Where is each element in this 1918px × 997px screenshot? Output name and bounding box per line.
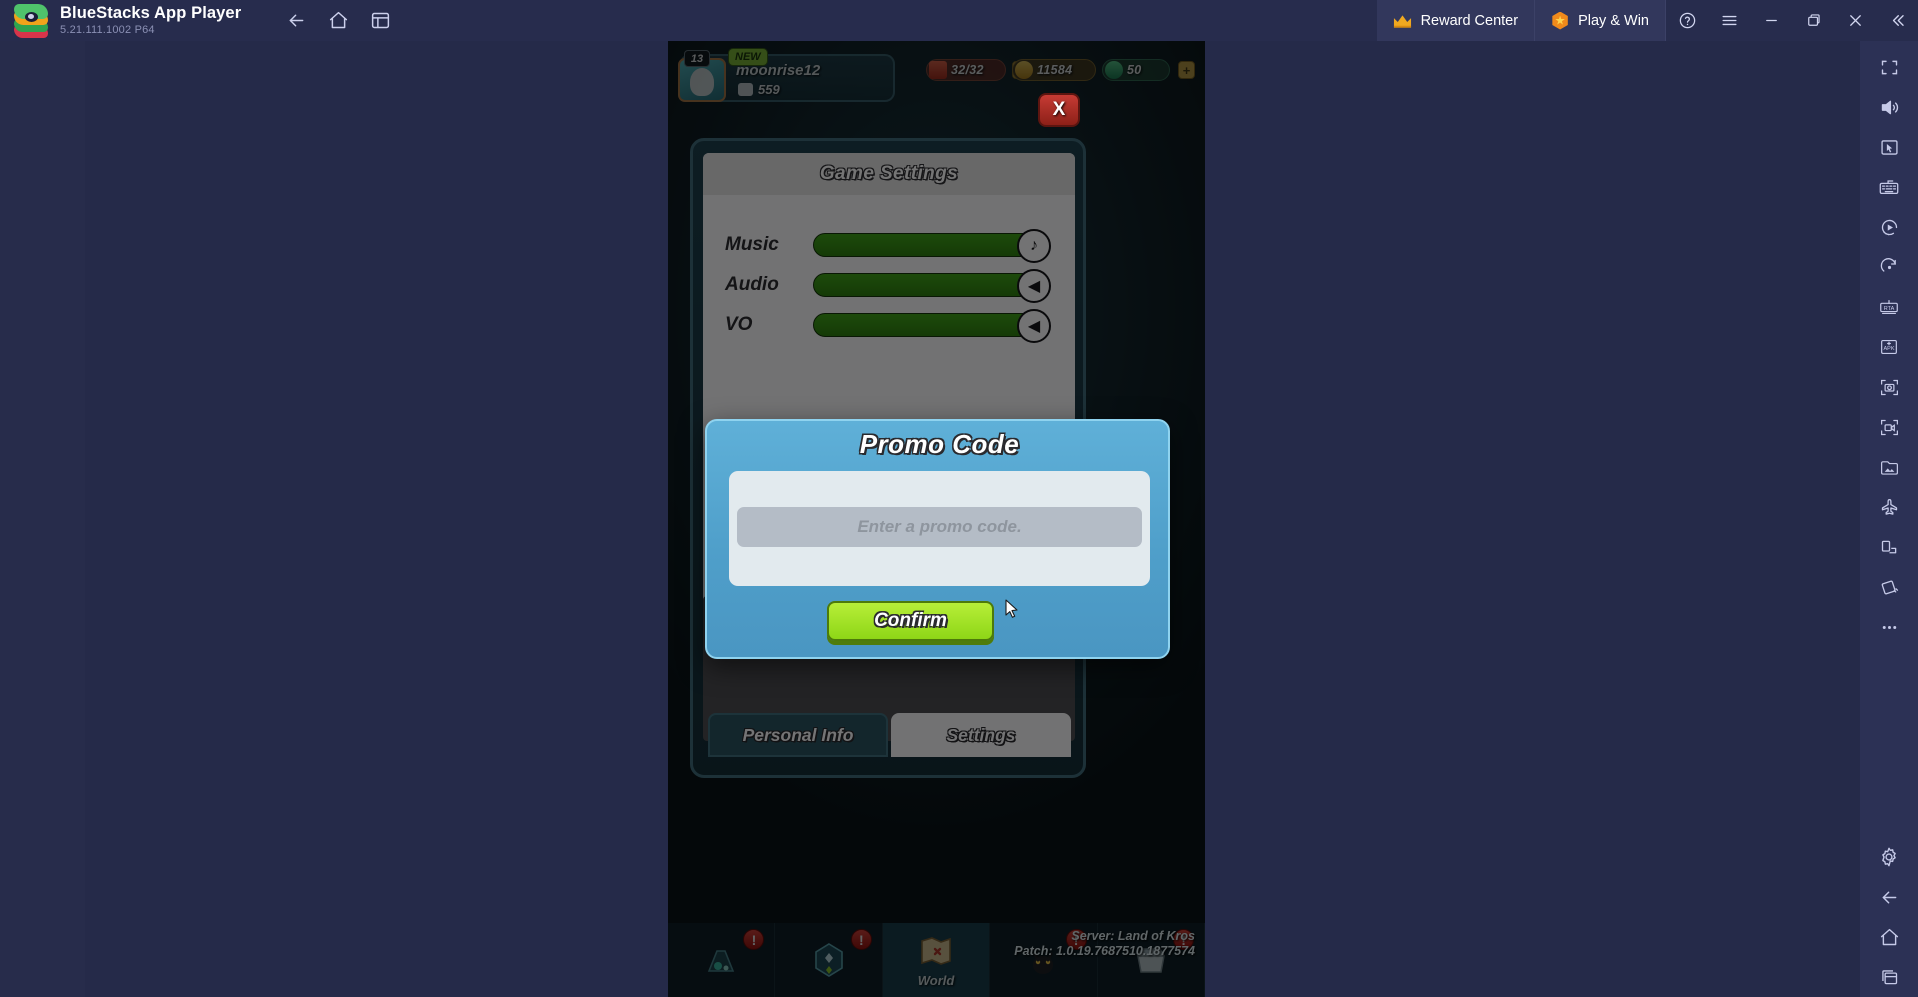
confirm-button-label: Confirm: [874, 610, 947, 631]
fullscreen-icon[interactable]: [1860, 47, 1918, 87]
play-and-win-button[interactable]: Play & Win: [1535, 0, 1666, 41]
home-icon[interactable]: [1860, 917, 1918, 957]
rta-icon[interactable]: RTA: [1860, 287, 1918, 327]
rotate-icon[interactable]: [1860, 247, 1918, 287]
app-version: 5.21.111.1002 P64: [60, 24, 155, 36]
promo-code-title: Promo Code: [859, 429, 1020, 459]
volume-icon[interactable]: [1860, 87, 1918, 127]
pointer-mapping-icon[interactable]: [1860, 127, 1918, 167]
menu-button[interactable]: [1708, 0, 1750, 41]
macro-recorder-icon[interactable]: [1860, 207, 1918, 247]
tilt-icon[interactable]: [1860, 567, 1918, 607]
promo-code-input[interactable]: [737, 507, 1142, 547]
app-name: BlueStacks App Player: [60, 4, 242, 22]
airplane-icon[interactable]: [1860, 487, 1918, 527]
apk-install-icon[interactable]: APK: [1860, 327, 1918, 367]
close-icon[interactable]: X: [1038, 93, 1080, 127]
reward-center-label: Reward Center: [1420, 12, 1519, 29]
workspace: 13 NEW moonrise12 559 32/32 + 11584 50 +: [0, 41, 1860, 997]
left-gutter: [0, 41, 85, 997]
back-arrow-icon[interactable]: [275, 0, 317, 41]
bluestacks-logo-icon: [14, 3, 48, 38]
promo-code-dialog: Promo Code Confirm: [705, 419, 1170, 659]
multi-instance-icon[interactable]: [359, 0, 401, 41]
app-title-block: BlueStacks App Player 5.21.111.1002 P64: [60, 4, 241, 37]
screenshot-icon[interactable]: [1860, 367, 1918, 407]
confirm-button[interactable]: Confirm: [827, 601, 994, 641]
settings-gear-icon[interactable]: [1860, 837, 1918, 877]
maximize-button[interactable]: [1792, 0, 1834, 41]
play-and-win-label: Play & Win: [1578, 12, 1649, 29]
titlebar: BlueStacks App Player 5.21.111.1002 P64 …: [0, 0, 1918, 41]
close-button[interactable]: [1834, 0, 1876, 41]
svg-text:APK: APK: [1883, 346, 1894, 352]
hex-star-icon: [1552, 11, 1568, 30]
home-icon[interactable]: [317, 0, 359, 41]
crown-icon: [1393, 14, 1412, 28]
more-icon[interactable]: [1860, 607, 1918, 647]
screen-record-icon[interactable]: [1860, 407, 1918, 447]
keyboard-controls-icon[interactable]: [1860, 167, 1918, 207]
reward-center-button[interactable]: Reward Center: [1376, 0, 1536, 41]
back-icon[interactable]: [1860, 877, 1918, 917]
svg-text:RTA: RTA: [1884, 306, 1895, 312]
nav-button-group: [275, 0, 401, 41]
media-manager-icon[interactable]: [1860, 447, 1918, 487]
promo-code-body: [729, 471, 1150, 586]
help-button[interactable]: [1666, 0, 1708, 41]
minimize-button[interactable]: [1750, 0, 1792, 41]
collapse-sidebar-button[interactable]: [1876, 0, 1918, 41]
recents-icon[interactable]: [1860, 957, 1918, 997]
multi-window-icon[interactable]: [1860, 527, 1918, 567]
bluestacks-sidebar: RTA APK: [1860, 41, 1918, 997]
